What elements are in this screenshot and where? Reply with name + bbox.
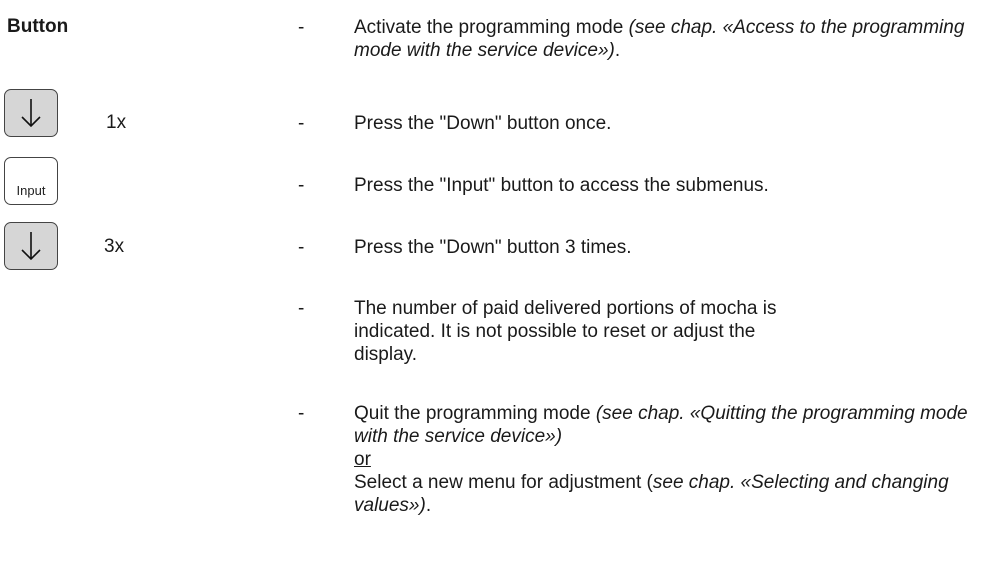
press-count: 1x	[106, 112, 127, 133]
down-arrow-icon	[21, 99, 41, 128]
instruction-step: - Activate the programming mode (see cha…	[298, 16, 968, 62]
step-text: Press the "Input" button to access the s…	[354, 175, 769, 196]
step-text: Press the "Down" button once.	[354, 113, 612, 134]
step-end: .	[425, 495, 432, 516]
step-end: .	[614, 40, 621, 61]
instruction-step: - Quit the programming mode (see chap. «…	[298, 402, 968, 517]
step-bullet: -	[298, 237, 305, 258]
instruction-step: - Press the "Down" button once.	[298, 112, 968, 135]
press-count: 3x	[104, 236, 125, 257]
column-heading: Button	[7, 16, 69, 37]
input-button[interactable]: Input	[4, 157, 58, 205]
step-bullet: -	[298, 175, 305, 196]
step-bullet: -	[298, 113, 305, 134]
down-arrow-icon	[21, 232, 41, 261]
step-text: The number of paid delivered portions of…	[354, 298, 777, 365]
or-separator: or	[354, 449, 371, 470]
step-bullet: -	[298, 403, 305, 424]
step-bullet: -	[298, 298, 305, 319]
input-button-label: Input	[16, 183, 46, 198]
step-bullet: -	[298, 17, 305, 38]
instruction-step: - Press the "Down" button 3 times.	[298, 236, 968, 259]
down-button[interactable]	[4, 222, 58, 270]
instruction-step: - Press the "Input" button to access the…	[298, 174, 968, 197]
instruction-step: - The number of paid delivered portions …	[298, 297, 968, 366]
step-text: Press the "Down" button 3 times.	[354, 237, 632, 258]
down-button[interactable]	[4, 89, 58, 137]
step-text: Select a new menu for adjustment (	[354, 472, 653, 493]
step-text: Activate the programming mode	[354, 17, 629, 38]
step-text: Quit the programming mode	[354, 403, 596, 424]
